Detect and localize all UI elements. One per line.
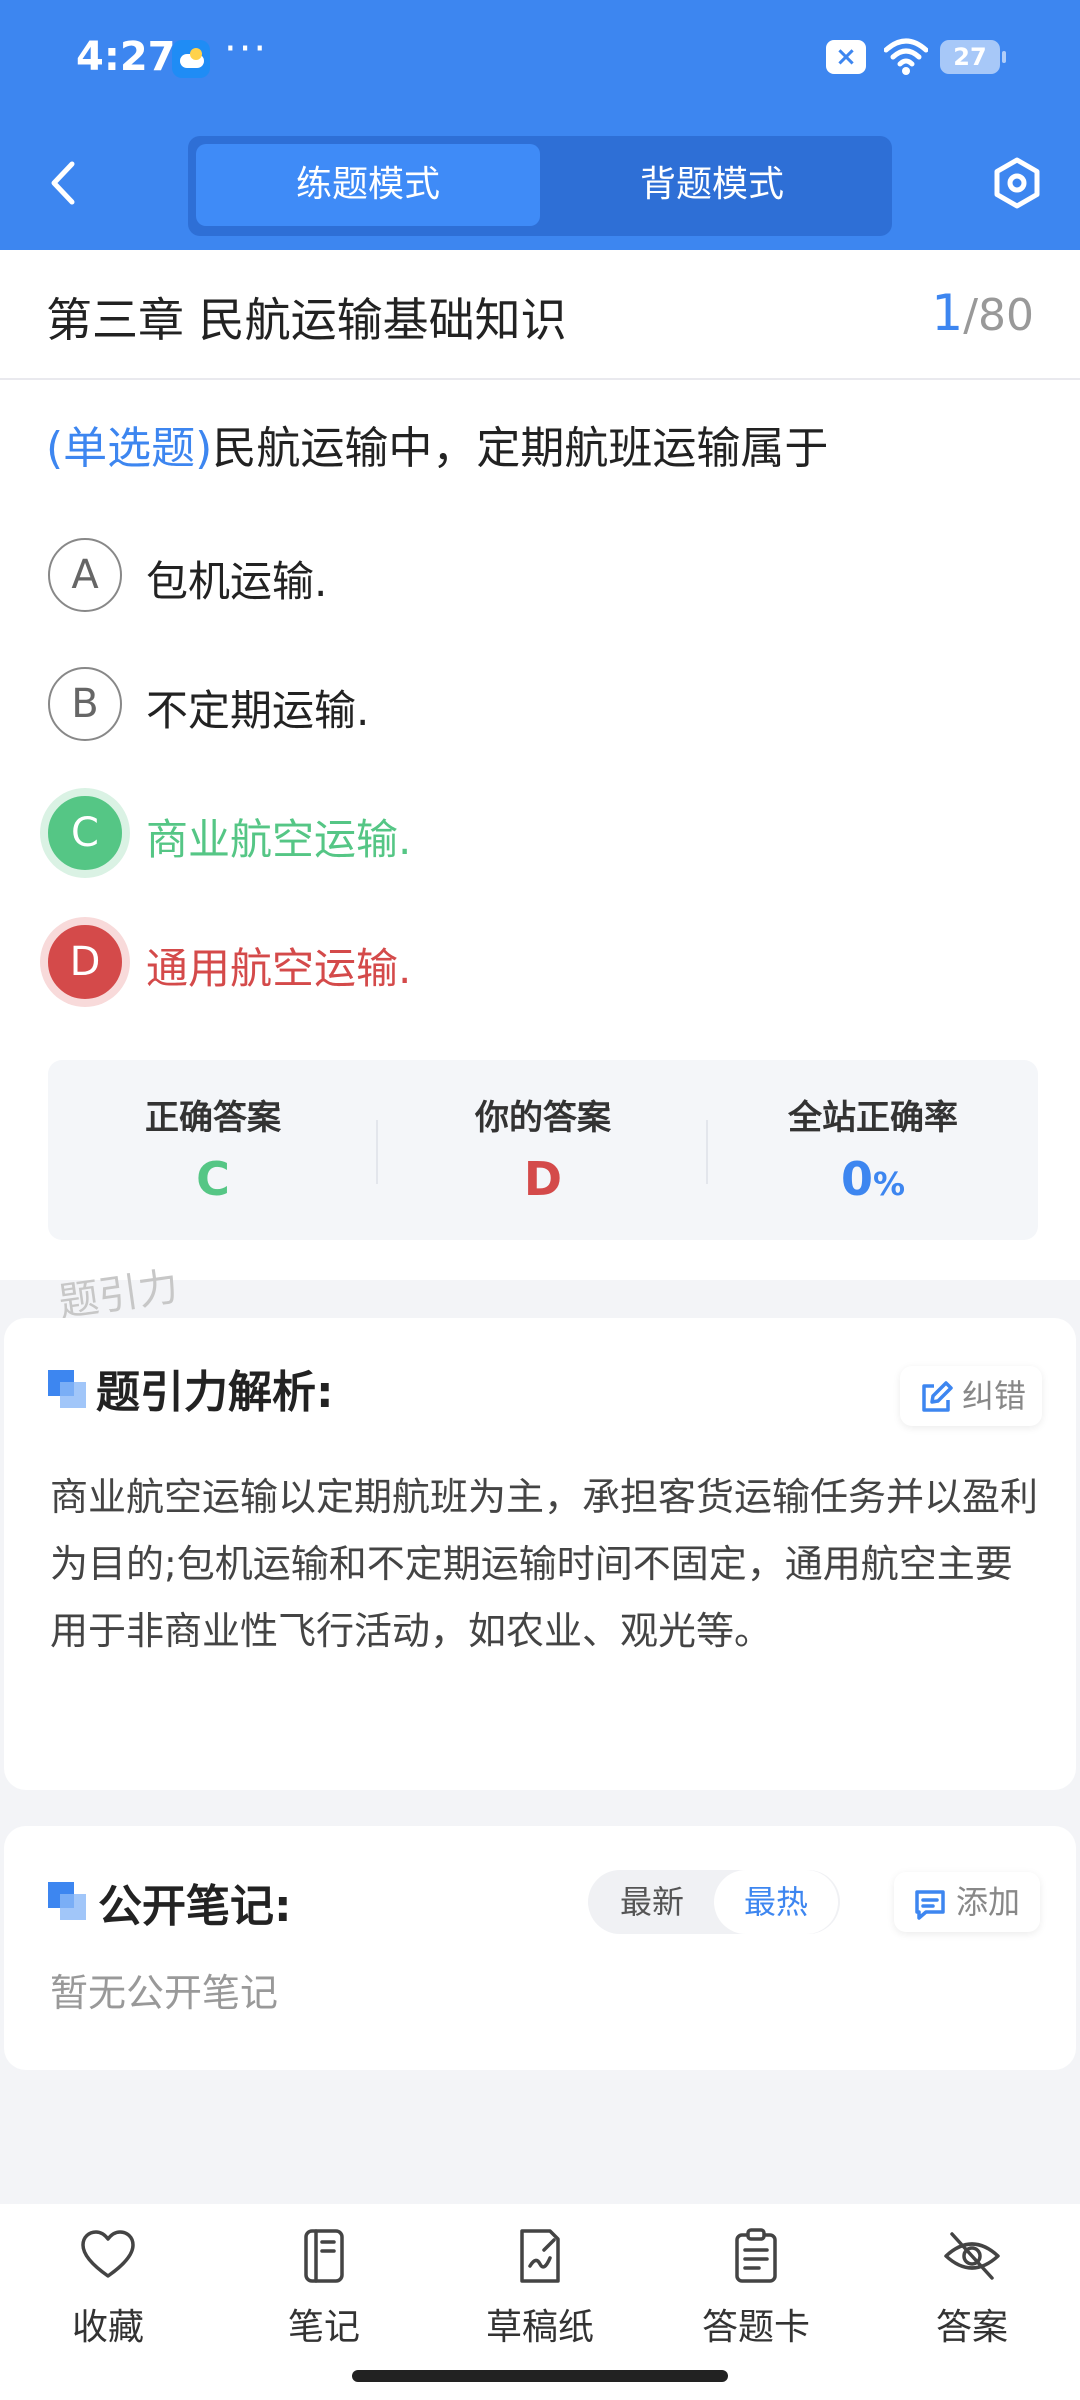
chapter-header: 第三章 民航运输基础知识 1/80	[0, 250, 1080, 380]
correct-answer-column: 正确答案 C	[48, 1060, 378, 1240]
back-icon[interactable]	[44, 158, 84, 208]
public-notes-card: 公开笔记: 最新 最热 添加 暂无公开笔记	[4, 1826, 1076, 2070]
battery-icon: 27	[940, 40, 1006, 74]
section-square-icon	[48, 1882, 86, 1920]
question-counter: 1/80	[931, 284, 1034, 342]
notes-label: 笔记	[287, 2307, 360, 2348]
question-text: 民航运输中，定期航班运输属于	[212, 423, 829, 474]
mode-switch: 练题模式 背题模式	[188, 136, 892, 236]
option-letter: A	[48, 538, 122, 612]
add-note-button[interactable]: 添加	[894, 1872, 1040, 1932]
option-text: 通用航空运输.	[146, 944, 412, 993]
accuracy-value: 0%	[708, 1152, 1038, 1206]
option-letter: D	[48, 925, 122, 999]
heart-icon	[81, 2230, 135, 2278]
answer-sheet-button[interactable]: 答题卡	[648, 2226, 864, 2356]
question-card: (单选题)民航运输中，定期航班运输属于 A 包机运输. B 不定期运输. C 商…	[0, 380, 1080, 1280]
notes-title: 公开笔记:	[98, 1881, 292, 1932]
option-c[interactable]: C 商业航空运输.	[46, 796, 1026, 872]
sort-latest[interactable]: 最新	[590, 1870, 714, 1934]
favorite-button[interactable]: 收藏	[0, 2226, 216, 2356]
answer-sheet-label: 答题卡	[701, 2307, 810, 2348]
status-time: 4:27	[76, 34, 176, 80]
notebook-icon	[304, 2229, 344, 2283]
draft-paper-label: 草稿纸	[485, 2307, 594, 2348]
your-answer-column: 你的答案 D	[378, 1060, 708, 1240]
option-b[interactable]: B 不定期运输.	[46, 667, 1026, 743]
comment-icon	[915, 1890, 945, 1920]
your-answer-label: 你的答案	[475, 1098, 611, 1138]
section-square-icon	[48, 1370, 86, 1408]
show-answer-button[interactable]: 答案	[864, 2226, 1080, 2356]
accuracy-number: 0	[840, 1152, 873, 1206]
option-letter: B	[48, 667, 122, 741]
question-stem: (单选题)民航运输中，定期航班运输属于	[46, 412, 828, 476]
question-type: (单选题)	[46, 423, 213, 474]
analysis-text: 商业航空运输以定期航班为主，承担客货运输任务并以盈利为目的;包机运输和不定期运输…	[50, 1475, 1039, 1653]
tab-practice-mode[interactable]: 练题模式	[196, 144, 540, 226]
show-answer-label: 答案	[935, 2307, 1008, 2348]
draft-paper-button[interactable]: 草稿纸	[432, 2226, 648, 2356]
notes-button[interactable]: 笔记	[216, 2226, 432, 2356]
option-text: 包机运输.	[146, 557, 328, 606]
no-sim-icon: ×	[826, 40, 866, 74]
accuracy-unit: %	[872, 1165, 906, 1203]
chapter-title: 第三章 民航运输基础知识	[46, 293, 567, 347]
correct-answer-value: C	[196, 1152, 230, 1206]
correct-answer-label: 正确答案	[145, 1098, 281, 1138]
top-nav-bar: 练题模式 背题模式	[0, 120, 1080, 250]
analysis-title: 题引力解析:	[96, 1367, 334, 1418]
status-bar: 4:27 ··· × 27	[0, 0, 1080, 120]
wifi-icon	[884, 38, 928, 75]
report-error-button[interactable]: 纠错	[900, 1366, 1042, 1426]
notes-empty-text: 暂无公开笔记	[50, 1971, 279, 2015]
more-notifications-icon: ···	[224, 26, 269, 72]
report-error-label: 纠错	[962, 1377, 1027, 1415]
answer-summary: 正确答案 C 你的答案 D 全站正确率 0%	[48, 1060, 1038, 1240]
draft-paper-icon	[520, 2229, 560, 2283]
weather-app-icon	[172, 40, 210, 78]
option-text: 不定期运输.	[146, 686, 370, 735]
add-note-label: 添加	[956, 1883, 1021, 1921]
accuracy-column: 全站正确率 0%	[708, 1060, 1038, 1240]
your-answer-value: D	[523, 1152, 563, 1206]
answer-sheet-icon	[735, 2228, 777, 2283]
option-letter: C	[48, 796, 122, 870]
tab-memorize-mode[interactable]: 背题模式	[540, 144, 884, 226]
current-question-number: 1	[931, 284, 964, 342]
eye-off-icon	[944, 2232, 1000, 2280]
settings-icon[interactable]	[990, 156, 1044, 210]
option-d[interactable]: D 通用航空运输.	[46, 925, 1026, 1001]
analysis-card: 题引力解析: 纠错 商业航空运输以定期航班为主，承担客货运输任务并以盈利为目的;…	[4, 1318, 1076, 1790]
favorite-label: 收藏	[71, 2307, 144, 2348]
edit-icon	[922, 1381, 953, 1412]
accuracy-label: 全站正确率	[788, 1098, 958, 1138]
total-questions: /80	[963, 290, 1034, 341]
sort-hottest[interactable]: 最热	[714, 1870, 838, 1934]
option-a[interactable]: A 包机运输.	[46, 538, 1026, 614]
home-indicator[interactable]	[352, 2370, 728, 2382]
notes-sort-toggle: 最新 最热	[588, 1870, 840, 1934]
option-text: 商业航空运输.	[146, 815, 412, 864]
